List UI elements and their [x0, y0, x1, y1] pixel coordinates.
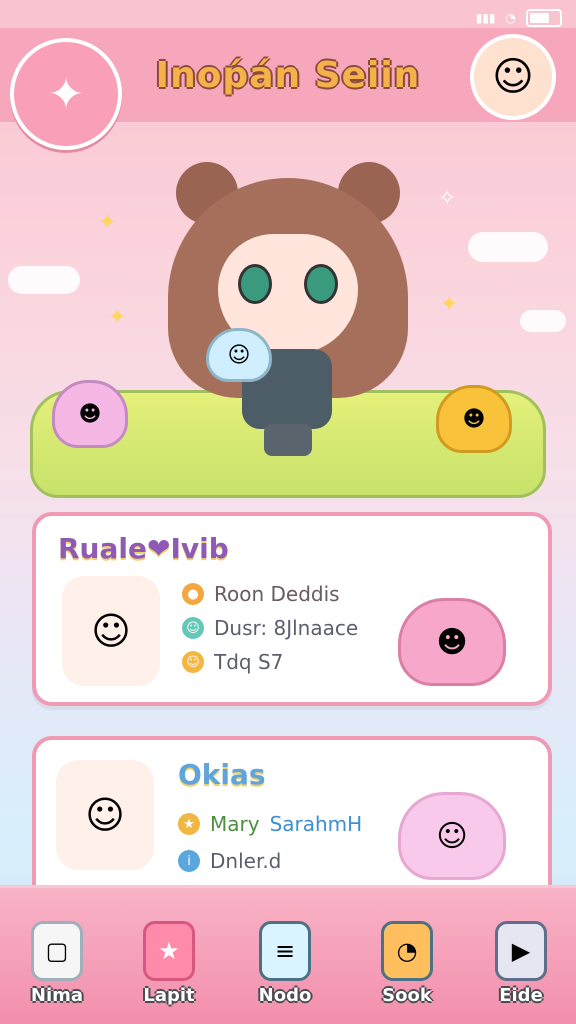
wifi-icon: ◔: [505, 11, 516, 25]
nav-item-nodo[interactable]: ≡ Nodo: [240, 921, 330, 1006]
signal-icon: ▮▮▮: [475, 11, 496, 25]
yellow-pet[interactable]: ☻: [436, 385, 512, 453]
held-pet[interactable]: ☺: [206, 328, 272, 382]
status-bar: ▮▮▮ ◔: [476, 6, 562, 30]
menu-icon: ≡: [259, 921, 311, 981]
pet-portrait: ☺: [398, 792, 506, 880]
page-title: Inoṕán Seiin: [155, 55, 421, 96]
character-avatar-icon: ☺: [62, 576, 160, 686]
bottom-nav: ▢ Nima ★ Lapit ≡ Nodo ◔ Sook ▶ Eide: [0, 885, 576, 1024]
nav-item-lapit[interactable]: ★ Lapit: [124, 921, 214, 1006]
sparkle-icon: ✦: [440, 292, 459, 317]
character-scene: ✦ ✧ ✦ ✦ ☻ ☻ ☺: [0, 140, 576, 498]
play-icon: ▶: [495, 921, 547, 981]
sparkle-icon: ✦: [108, 305, 127, 330]
nav-item-eide[interactable]: ▶ Eide: [476, 921, 566, 1006]
card-title: Okias: [178, 758, 266, 791]
emoji-icon: ☺: [182, 651, 204, 673]
circle-icon: ●: [182, 583, 204, 605]
info-icon: i: [178, 850, 200, 872]
battery-icon: [526, 9, 562, 27]
profile-card-2[interactable]: Okias ☺ ★ Mary SarahmH i Dnler.d ☺: [32, 736, 552, 906]
nav-item-sook[interactable]: ◔ Sook: [362, 921, 452, 1006]
pink-pet[interactable]: ☻: [52, 380, 128, 448]
bag-icon: ◔: [381, 921, 433, 981]
card-title: Ruale❤Ivib: [58, 532, 229, 565]
smile-icon: ☺: [182, 617, 204, 639]
chat-icon: ▢: [31, 921, 83, 981]
card-line: ● Roon Deddis: [182, 582, 358, 606]
main-character[interactable]: [168, 154, 408, 456]
nav-item-nima[interactable]: ▢ Nima: [12, 921, 102, 1006]
star-icon: ★: [143, 921, 195, 981]
star-icon: ★: [178, 813, 200, 835]
pet-portrait: ☻: [398, 598, 506, 686]
character-avatar-icon: ☺: [56, 760, 154, 870]
card-line: ★ Mary SarahmH: [178, 812, 362, 836]
profile-card-1[interactable]: Ruale❤Ivib ☺ ● Roon Deddis ☺ Dusr: 8Jlna…: [32, 512, 552, 706]
card-line: ☺ Tdq S7: [182, 650, 358, 674]
sparkle-icon: ✧: [438, 186, 457, 211]
card-line: i Dnler.d: [178, 849, 362, 873]
sparkle-icon: ✦: [98, 210, 117, 235]
card-line: ☺ Dusr: 8Jlnaace: [182, 616, 358, 640]
